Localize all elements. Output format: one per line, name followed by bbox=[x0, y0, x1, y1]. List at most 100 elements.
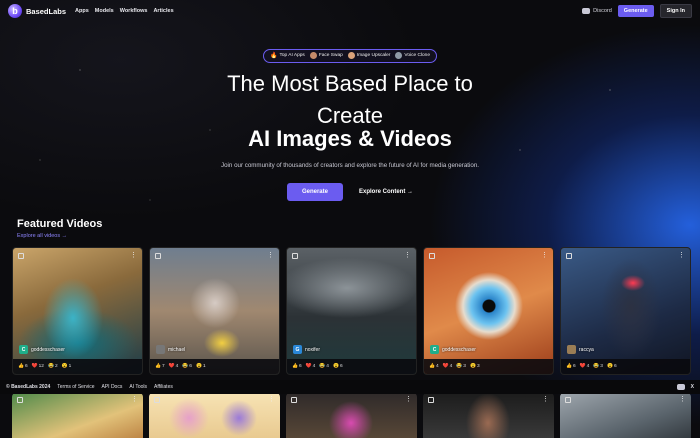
reaction-laugh[interactable]: 😂 3 bbox=[456, 364, 466, 369]
reaction-like[interactable]: 👍 6 bbox=[18, 364, 28, 369]
more-options-icon[interactable]: ⋮ bbox=[541, 251, 548, 259]
footer-social: X bbox=[676, 384, 694, 390]
discord-icon[interactable] bbox=[676, 384, 685, 390]
video-card[interactable]: ⋮ C goddesschaser 👍 4 ❤️ 4 😂 3 😮 3 bbox=[423, 247, 554, 375]
reaction-like[interactable]: 👍 4 bbox=[429, 364, 439, 369]
avatar bbox=[156, 345, 165, 354]
nav-generate-button[interactable]: Generate bbox=[617, 5, 654, 17]
avatar: G bbox=[293, 345, 302, 354]
video-icon bbox=[18, 253, 24, 259]
pill-top-ai-apps[interactable]: 🔥 Top AI Apps bbox=[270, 52, 305, 59]
reaction-like[interactable]: 👍 7 bbox=[155, 364, 165, 369]
card-user[interactable]: C goddesschaser bbox=[19, 345, 65, 354]
card-user[interactable]: C goddesschaser bbox=[430, 345, 476, 354]
hero-section: 🔥 Top AI Apps Face Swap Image Upscaler V… bbox=[0, 44, 700, 201]
hero-subtitle: Join our community of thousands of creat… bbox=[221, 161, 479, 169]
reaction-heart[interactable]: ❤️ 4 bbox=[580, 364, 590, 369]
reaction-heart[interactable]: ❤️ 4 bbox=[169, 364, 179, 369]
pill-voice-clone[interactable]: Voice Clone bbox=[395, 52, 430, 59]
more-options-icon[interactable]: ⋮ bbox=[131, 395, 138, 403]
more-options-icon[interactable]: ⋮ bbox=[268, 395, 275, 403]
reaction-bar: 👍 6 ❤️ 4 😂 4 😮 6 bbox=[287, 359, 416, 374]
video-icon bbox=[565, 397, 571, 403]
reaction-heart[interactable]: ❤️ 4 bbox=[443, 364, 453, 369]
video-card[interactable]: ⋮ bbox=[12, 393, 143, 438]
top-nav: b BasedLabs Apps Models Workflows Articl… bbox=[0, 0, 700, 22]
reaction-bar: 👍 6 ❤️ 12 😂 2 😮 1 bbox=[13, 359, 142, 374]
footer-link-affiliates[interactable]: Affiliates bbox=[154, 384, 173, 390]
reaction-wow[interactable]: 😮 3 bbox=[470, 364, 480, 369]
reaction-wow[interactable]: 😮 6 bbox=[607, 364, 617, 369]
nav-link-apps[interactable]: Apps bbox=[75, 8, 89, 14]
logo[interactable]: b BasedLabs bbox=[8, 4, 66, 18]
reaction-heart[interactable]: ❤️ 4 bbox=[306, 364, 316, 369]
more-options-icon[interactable]: ⋮ bbox=[267, 251, 274, 259]
pill-face-swap[interactable]: Face Swap bbox=[309, 52, 343, 59]
video-card[interactable]: ⋮ G noxifer 👍 6 ❤️ 4 😂 4 😮 6 bbox=[286, 247, 417, 375]
discord-icon bbox=[582, 8, 591, 14]
nav-link-articles[interactable]: Articles bbox=[153, 8, 173, 14]
explore-all-videos-link[interactable]: Explore all videos → bbox=[17, 233, 102, 239]
reaction-laugh[interactable]: 😂 3 bbox=[593, 364, 603, 369]
discord-link[interactable]: Discord bbox=[582, 8, 612, 14]
second-row-cards: ⋮ ⋮ ⋮ ⋮ ⋮ bbox=[12, 393, 700, 438]
more-options-icon[interactable]: ⋮ bbox=[678, 251, 685, 259]
reaction-wow[interactable]: 😮 1 bbox=[196, 364, 206, 369]
more-options-icon[interactable]: ⋮ bbox=[130, 251, 137, 259]
username: goddesschaser bbox=[31, 346, 65, 353]
reaction-laugh[interactable]: 😂 2 bbox=[48, 364, 58, 369]
video-icon bbox=[292, 253, 298, 259]
featured-cards: ⋮ C goddesschaser 👍 6 ❤️ 12 😂 2 😮 1 ⋮ michae… bbox=[12, 247, 700, 375]
reaction-laugh[interactable]: 😂 4 bbox=[319, 364, 329, 369]
username: michael bbox=[168, 346, 186, 353]
video-card[interactable]: ⋮ C goddesschaser 👍 6 ❤️ 12 😂 2 😮 1 bbox=[12, 247, 143, 375]
sign-in-button[interactable]: Sign In bbox=[659, 4, 692, 18]
more-options-icon[interactable]: ⋮ bbox=[542, 395, 549, 403]
nav-link-models[interactable]: Models bbox=[95, 8, 114, 14]
reaction-like[interactable]: 👍 6 bbox=[292, 364, 302, 369]
footer-link-api-docs[interactable]: API Docs bbox=[102, 384, 123, 390]
footer-link-terms[interactable]: Terms of Service bbox=[57, 384, 94, 390]
reaction-heart[interactable]: ❤️ 12 bbox=[32, 364, 44, 369]
app-pills: 🔥 Top AI Apps Face Swap Image Upscaler V… bbox=[262, 48, 438, 63]
nav-link-workflows[interactable]: Workflows bbox=[120, 8, 148, 14]
more-options-icon[interactable]: ⋮ bbox=[679, 395, 686, 403]
reaction-like[interactable]: 👍 6 bbox=[566, 364, 576, 369]
card-user[interactable]: G noxifer bbox=[293, 345, 320, 354]
video-card[interactable]: ⋮ bbox=[286, 393, 417, 438]
fire-icon: 🔥 bbox=[269, 53, 278, 59]
reaction-wow[interactable]: 😮 6 bbox=[333, 364, 343, 369]
featured-header: Featured Videos Explore all videos → bbox=[17, 218, 102, 239]
footer-bar: © BasedLabs 2024 Terms of Service API Do… bbox=[0, 380, 700, 394]
x-icon[interactable]: X bbox=[691, 384, 694, 390]
hero-title-line3: AI Images & Videos bbox=[248, 125, 452, 151]
explore-content-link[interactable]: Explore Content → bbox=[359, 189, 413, 195]
video-icon bbox=[429, 253, 435, 259]
face-swap-thumb bbox=[309, 52, 317, 59]
video-icon bbox=[17, 397, 23, 403]
pill-label: Image Upscaler bbox=[356, 53, 391, 58]
more-options-icon[interactable]: ⋮ bbox=[404, 251, 411, 259]
video-card[interactable]: ⋮ bbox=[423, 393, 554, 438]
logo-text: BasedLabs bbox=[26, 6, 67, 16]
pill-label: Top AI Apps bbox=[279, 53, 305, 58]
video-icon bbox=[428, 397, 434, 403]
hero-generate-button[interactable]: Generate bbox=[286, 182, 343, 201]
pill-label: Voice Clone bbox=[404, 53, 431, 58]
more-options-icon[interactable]: ⋮ bbox=[405, 395, 412, 403]
video-card[interactable]: ⋮ raccya 👍 6 ❤️ 4 😂 3 😮 6 bbox=[560, 247, 691, 375]
video-card[interactable]: ⋮ bbox=[560, 393, 691, 438]
footer-link-ai-tools[interactable]: AI Tools bbox=[129, 384, 147, 390]
pill-image-upscaler[interactable]: Image Upscaler bbox=[347, 52, 391, 59]
video-card[interactable]: ⋮ bbox=[149, 393, 280, 438]
video-card[interactable]: ⋮ michael 👍 7 ❤️ 4 😂 6 😮 1 bbox=[149, 247, 280, 375]
hero-title-line1: The Most Based Place to bbox=[227, 70, 473, 96]
card-user[interactable]: raccya bbox=[567, 345, 594, 354]
reaction-wow[interactable]: 😮 1 bbox=[62, 364, 72, 369]
copyright: © BasedLabs 2024 bbox=[6, 384, 51, 390]
upscaler-thumb bbox=[347, 52, 355, 59]
card-user[interactable]: michael bbox=[156, 345, 185, 354]
featured-title: Featured Videos bbox=[17, 218, 103, 230]
nav-right: Discord Generate Sign In bbox=[582, 4, 692, 18]
reaction-laugh[interactable]: 😂 6 bbox=[182, 364, 192, 369]
